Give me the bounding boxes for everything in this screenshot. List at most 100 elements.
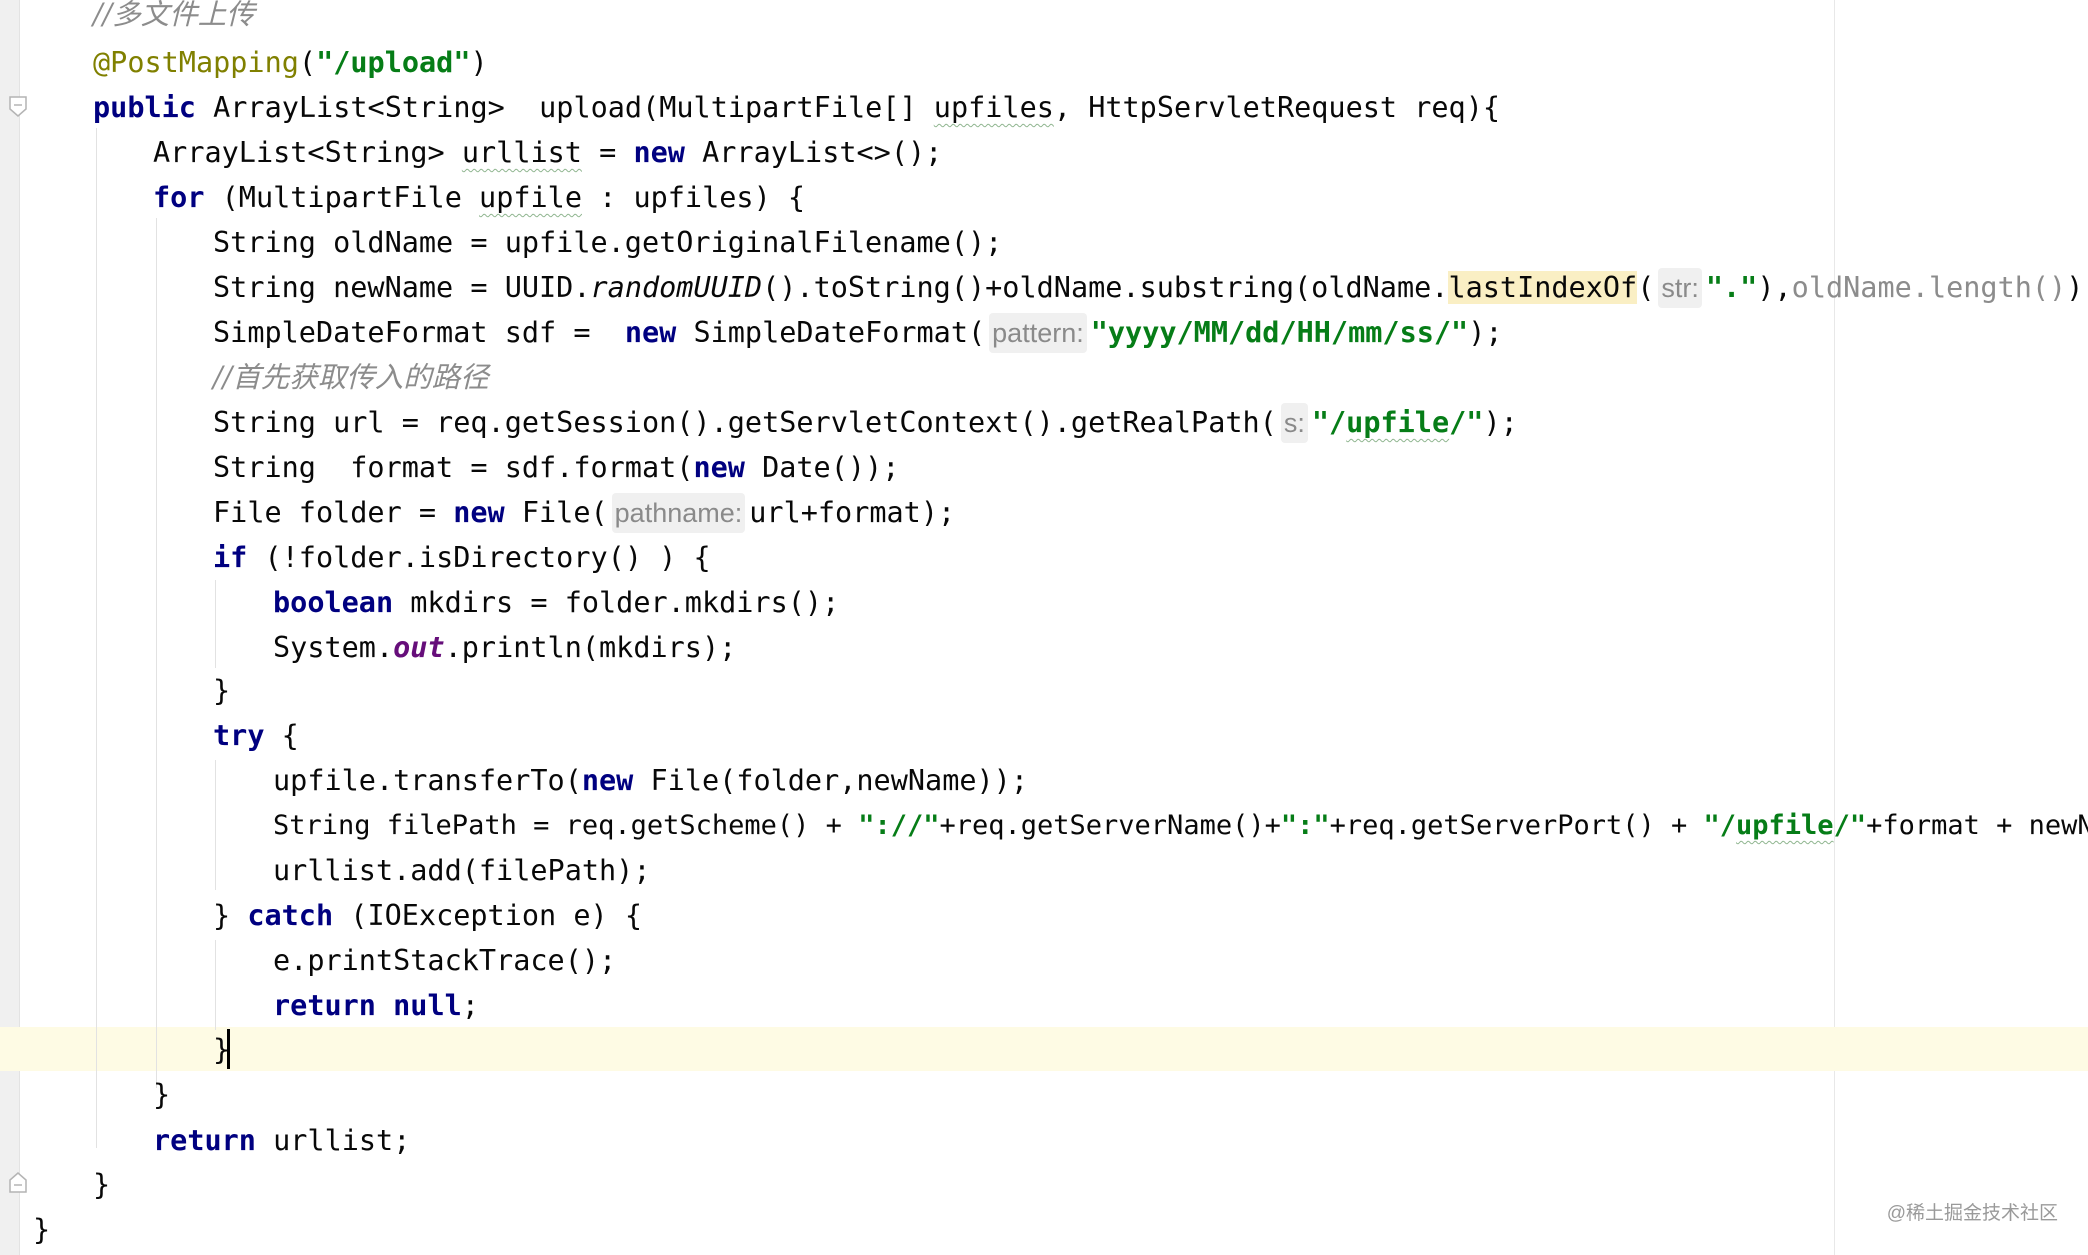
keyword: try bbox=[213, 719, 265, 752]
code-text: File( bbox=[504, 496, 608, 529]
code-line[interactable]: for (MultipartFile upfile : upfiles) { bbox=[0, 175, 805, 220]
code-line[interactable]: String format = sdf.format(new Date()); bbox=[0, 445, 899, 490]
typo-underlined-text: upfiles bbox=[933, 91, 1054, 124]
code-line-comment[interactable]: //多文件上传 bbox=[0, 0, 255, 37]
code-text: File folder = bbox=[213, 496, 454, 529]
code-text: +req.getServerName()+ bbox=[939, 810, 1281, 841]
code-text: ArrayList<String> bbox=[153, 136, 462, 169]
watermark: @稀土掘金技术社区 bbox=[1886, 1203, 2058, 1224]
code-text: System. bbox=[273, 631, 394, 664]
keyword: for bbox=[153, 181, 205, 214]
code-text: mkdirs = folder.mkdirs(); bbox=[393, 586, 840, 619]
code-text: .println(mkdirs); bbox=[444, 631, 737, 664]
code-text: } bbox=[153, 1078, 171, 1111]
code-text: ) bbox=[470, 46, 488, 79]
code-line[interactable]: } bbox=[0, 1207, 50, 1252]
code-text: ; bbox=[461, 989, 479, 1022]
typo-underlined-text: upfile bbox=[479, 181, 582, 214]
redundant-argument: oldName.length() bbox=[1791, 271, 2067, 304]
keyword: if bbox=[213, 541, 248, 574]
code-line[interactable]: String filePath = req.getScheme() + "://… bbox=[0, 803, 2088, 848]
keyword: new bbox=[633, 136, 685, 169]
code-text: : upfiles) { bbox=[581, 181, 806, 214]
code-line[interactable]: File folder = new File(pathname: url+form… bbox=[0, 490, 955, 535]
code-text: (MultipartFile bbox=[204, 181, 480, 214]
code-text: upfile.transferTo( bbox=[273, 764, 582, 797]
keyword: new bbox=[581, 764, 634, 797]
keyword: new bbox=[453, 496, 505, 529]
string-literal: "/ bbox=[1703, 810, 1737, 841]
code-text: SimpleDateFormat sdf = bbox=[213, 316, 625, 349]
parameter-hint: s: bbox=[1280, 403, 1308, 443]
keyword: return bbox=[153, 1124, 256, 1157]
code-editor[interactable]: //多文件上传 @PostMapping("/upload") public A… bbox=[0, 0, 2088, 1255]
string-literal: "/ bbox=[1311, 406, 1347, 439]
code-line[interactable]: String oldName = upfile.getOriginalFilen… bbox=[0, 220, 1002, 265]
code-line[interactable]: urllist.add(filePath); bbox=[0, 848, 651, 893]
string-literal: ":" bbox=[1280, 810, 1330, 841]
code-line[interactable]: return null; bbox=[0, 983, 479, 1028]
keyword: new bbox=[693, 451, 745, 484]
code-line[interactable]: try { bbox=[0, 713, 299, 758]
code-text: (IOException e) { bbox=[333, 899, 642, 932]
code-text: e.printStackTrace(); bbox=[273, 944, 617, 977]
parameter-hint: str: bbox=[1658, 268, 1702, 308]
string-literal: "/upload" bbox=[316, 46, 471, 79]
static-method-call: randomUUID bbox=[590, 271, 763, 304]
code-text: } bbox=[33, 1213, 51, 1246]
code-line[interactable]: return urllist; bbox=[0, 1118, 410, 1163]
typo-underlined-text: upfile bbox=[1346, 406, 1450, 439]
keyword: null bbox=[393, 989, 462, 1022]
code-line-current[interactable]: } bbox=[0, 1027, 230, 1072]
code-text: String url = req.getSession().getServlet… bbox=[213, 406, 1277, 439]
code-line[interactable]: System.out.println(mkdirs); bbox=[0, 625, 736, 670]
code-text: ); bbox=[1468, 316, 1503, 349]
string-literal: "://" bbox=[858, 810, 940, 841]
string-literal: "." bbox=[1705, 271, 1758, 304]
static-field: out bbox=[393, 631, 445, 664]
typo-underlined-text: upfile bbox=[1736, 810, 1834, 841]
string-literal: /" bbox=[1833, 810, 1867, 841]
string-literal: "yyyy/MM/dd/HH/mm/ss/" bbox=[1090, 316, 1469, 349]
code-text: String filePath = req.getScheme() + bbox=[273, 810, 859, 841]
code-line[interactable]: } catch (IOException e) { bbox=[0, 893, 642, 938]
code-text: String format = sdf.format( bbox=[213, 451, 694, 484]
code-text: ( bbox=[298, 46, 317, 79]
comment: //多文件上传 bbox=[93, 0, 255, 31]
code-line[interactable]: SimpleDateFormat sdf = new SimpleDateFor… bbox=[0, 310, 1503, 355]
code-text: } bbox=[213, 899, 248, 932]
text-caret bbox=[227, 1029, 230, 1069]
parameter-hint: pattern: bbox=[989, 313, 1087, 353]
code-line[interactable]: e.printStackTrace(); bbox=[0, 938, 616, 983]
code-line-method-signature[interactable]: public ArrayList<String> upload(Multipar… bbox=[0, 85, 1500, 130]
code-text: ArrayList<String> upload(MultipartFile[] bbox=[195, 91, 934, 124]
parameter-hint: pathname: bbox=[611, 493, 746, 533]
code-line[interactable]: } bbox=[0, 1162, 110, 1207]
code-line[interactable]: String url = req.getSession().getServlet… bbox=[0, 400, 1518, 445]
code-text: } bbox=[213, 674, 231, 707]
code-line-comment[interactable]: //首先获取传入的路径 bbox=[0, 355, 489, 400]
keyword: return bbox=[273, 989, 376, 1022]
string-literal: /" bbox=[1449, 406, 1484, 439]
code-text: ( bbox=[1637, 271, 1655, 304]
code-text: { bbox=[264, 719, 299, 752]
code-line-annotation[interactable]: @PostMapping("/upload") bbox=[0, 40, 488, 85]
code-line[interactable]: boolean mkdirs = folder.mkdirs(); bbox=[0, 580, 839, 625]
code-line[interactable]: } bbox=[0, 1072, 170, 1117]
code-text: ); bbox=[2066, 271, 2088, 304]
code-line[interactable]: } bbox=[0, 668, 230, 713]
code-text: SimpleDateFormat( bbox=[676, 316, 986, 349]
code-text: ), bbox=[1757, 271, 1792, 304]
keyword: boolean bbox=[273, 586, 394, 619]
keyword: public bbox=[93, 91, 196, 124]
current-line-highlight bbox=[0, 1027, 2088, 1071]
keyword: new bbox=[624, 316, 677, 349]
code-line[interactable]: ArrayList<String> urllist = new ArrayLis… bbox=[0, 130, 942, 175]
code-text: = bbox=[581, 136, 634, 169]
code-line[interactable]: upfile.transferTo(new File(folder,newNam… bbox=[0, 758, 1028, 803]
code-line[interactable]: if (!folder.isDirectory() ) { bbox=[0, 535, 711, 580]
code-line[interactable]: String newName = UUID.randomUUID().toStr… bbox=[0, 265, 2088, 310]
code-text: url+format); bbox=[749, 496, 956, 529]
comment: //首先获取传入的路径 bbox=[213, 361, 489, 394]
